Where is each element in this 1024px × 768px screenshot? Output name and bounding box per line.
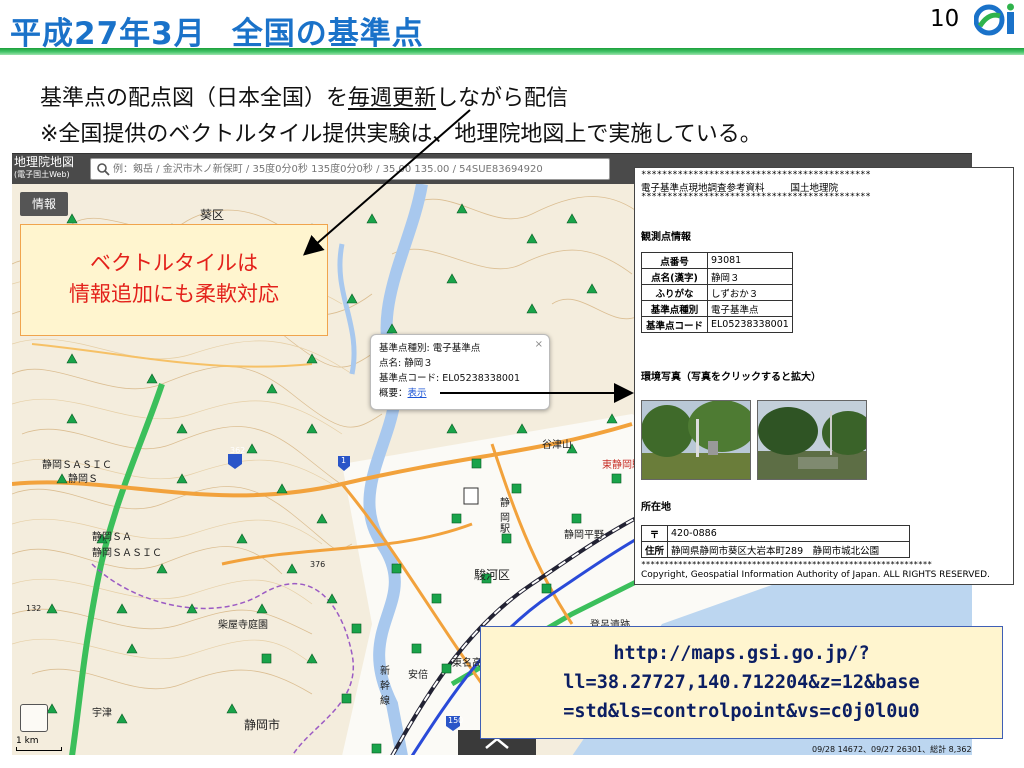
map-app-name: 地理院地図: [14, 155, 75, 169]
detail-section-photos: 環境写真（写真をクリックすると拡大）: [641, 372, 821, 383]
road-number-376: 376: [310, 560, 326, 569]
field-key: 〒: [640, 525, 669, 542]
popup-summary-label: 概要：: [379, 388, 408, 399]
callout-line-1: ベクトルタイルは: [90, 251, 258, 275]
field-value: 93081: [707, 252, 793, 269]
field-key: 点番号: [641, 252, 708, 269]
environment-photo-1[interactable]: [641, 400, 751, 480]
url-line-1: http://maps.gsi.go.jp/?: [613, 643, 870, 664]
map-access-counter: 09/28 14672、09/27 26301、総計 8,362,287: [812, 745, 972, 754]
table-row: 住所 静岡県静岡市葵区大岩本町289 静岡市城北公園: [640, 541, 911, 558]
photo-image: [758, 401, 866, 479]
map-search-box[interactable]: [90, 158, 610, 180]
road-number-362: 362: [230, 446, 246, 455]
slide-title-date: 平成27年3月: [10, 16, 206, 52]
field-value: 静岡県静岡市葵区大岩本町289 静岡市城北公園: [667, 541, 911, 558]
lead-line-1-pre: 基準点の配点図（日本全国）を: [40, 86, 349, 111]
detail-stars-bottom: ****************************************…: [641, 560, 932, 569]
map-scale-label: 1 km: [16, 736, 39, 746]
map-label-suruga-ward: 駿河区: [474, 568, 511, 582]
page-number: 10: [930, 6, 960, 32]
popup-code: 基準点コード: EL05238338001: [379, 373, 521, 384]
lead-line-2: ※全国提供のベクトルタイル提供実験は、地理院地図上で実施している。: [40, 122, 762, 147]
map-label-station: 駅: [500, 524, 510, 535]
map-label-shizuoka-city: 静岡市: [244, 718, 281, 732]
map-label-yatsuyama: 谷津山: [542, 440, 572, 451]
detail-stars-top: ****************************************…: [641, 170, 871, 180]
detail-copyright: Copyright, Geospatial Information Author…: [641, 570, 990, 580]
field-key: ふりがな: [641, 284, 708, 301]
slide-title: 平成27年3月 全国の基準点: [10, 8, 424, 52]
map-label-shizuoka-plain: 静岡平野: [564, 530, 604, 541]
map-label-abe: 安倍: [408, 670, 428, 681]
photo-image: [642, 401, 750, 479]
table-row: 点番号 93081: [641, 252, 793, 269]
map-info-button[interactable]: 情報: [20, 192, 68, 216]
table-row: 基準点コード EL05238338001: [641, 316, 793, 333]
table-row: 点名(漢字) 静岡３: [641, 268, 793, 285]
popup-name: 点名: 静岡３: [379, 358, 433, 369]
map-label-sasic-1: 静岡ＳＡＳＩＣ: [42, 460, 112, 471]
callout-line-2: 情報追加にも柔軟対応: [69, 282, 279, 306]
detail-section-address: 所在地: [641, 502, 671, 513]
map-scale-bar: 1 km: [16, 736, 62, 751]
popup-summary: 概要：表示: [379, 386, 541, 401]
popup-type: 基準点種別: 電子基準点: [379, 343, 481, 354]
lead-line-1: 基準点の配点図（日本全国）を毎週更新しながら配信: [40, 80, 568, 112]
field-key: 基準点コード: [641, 316, 708, 333]
table-row: 基準点種別 電子基準点: [641, 300, 793, 317]
environment-photo-2[interactable]: [757, 400, 867, 480]
map-app-subtitle: (電子国土Web): [14, 170, 70, 179]
map-label-saiokuji-garden: 柴屋寺庭園: [218, 620, 268, 631]
map-url-box: http://maps.gsi.go.jp/? ll=38.27727,140.…: [480, 626, 1003, 739]
field-value: 420-0886: [667, 525, 911, 542]
compass-icon[interactable]: [20, 704, 48, 732]
field-value: EL05238338001: [707, 316, 793, 333]
slide-title-topic: 全国の基準点: [231, 16, 424, 52]
map-search-input[interactable]: [113, 161, 603, 177]
map-app-logo[interactable]: 地理院地図 (電子国土Web): [14, 156, 84, 182]
road-number-150: 150: [448, 716, 464, 725]
lead-line-1-emphasis: 毎週更新: [348, 86, 437, 111]
field-value: しずおか３: [707, 284, 793, 301]
map-label-aoi-ward: 葵区: [200, 208, 225, 222]
map-label-sasic-2: 静岡ＳＡＳＩＣ: [92, 548, 162, 559]
url-line-3: =std&ls=controlpoint&vs=c0j0l0u0: [563, 701, 920, 722]
lead-line-1-post: しながら配信: [436, 86, 569, 111]
control-point-popup: × 基準点種別: 電子基準点 点名: 静岡３ 基準点コード: EL0523833…: [370, 334, 550, 410]
field-key: 住所: [640, 541, 669, 558]
address-table: 〒 420-0886 住所 静岡県静岡市葵区大岩本町289 静岡市城北公園: [640, 525, 911, 558]
field-value: 電子基準点: [707, 300, 793, 317]
detail-section-observation: 観測点情報: [641, 232, 691, 243]
popup-close-icon[interactable]: ×: [535, 337, 543, 352]
gsi-logo-icon: [974, 3, 1014, 36]
field-key: 点名(漢字): [641, 268, 708, 285]
road-number-1: 1: [341, 456, 347, 465]
map-label-shizuoka-s: 静岡Ｓ: [68, 474, 98, 485]
road-number-132: 132: [26, 604, 42, 613]
detail-stars-header-bottom: ****************************************…: [641, 192, 871, 202]
url-line-2: ll=38.27727,140.712204&z=12&base: [563, 672, 920, 693]
table-row: ふりがな しずおか３: [641, 284, 793, 301]
vector-tile-callout: ベクトルタイルは 情報追加にも柔軟対応: [20, 224, 328, 336]
table-row: 〒 420-0886: [640, 525, 911, 542]
map-label-sa: 静岡ＳＡ: [92, 532, 132, 543]
map-label-utsu: 宇津: [92, 708, 112, 719]
control-point-detail-panel: ****************************************…: [634, 167, 1014, 585]
search-icon[interactable]: [96, 162, 110, 176]
map-label-shinkansen: 新幹線: [380, 666, 390, 707]
popup-show-link[interactable]: 表示: [408, 388, 427, 399]
title-rule: [0, 48, 1024, 55]
field-value: 静岡３: [707, 268, 793, 285]
observation-table: 点番号 93081 点名(漢字) 静岡３ ふりがな しずおか３ 基準点種別 電子基準点 …: [641, 252, 793, 333]
field-key: 基準点種別: [641, 300, 708, 317]
